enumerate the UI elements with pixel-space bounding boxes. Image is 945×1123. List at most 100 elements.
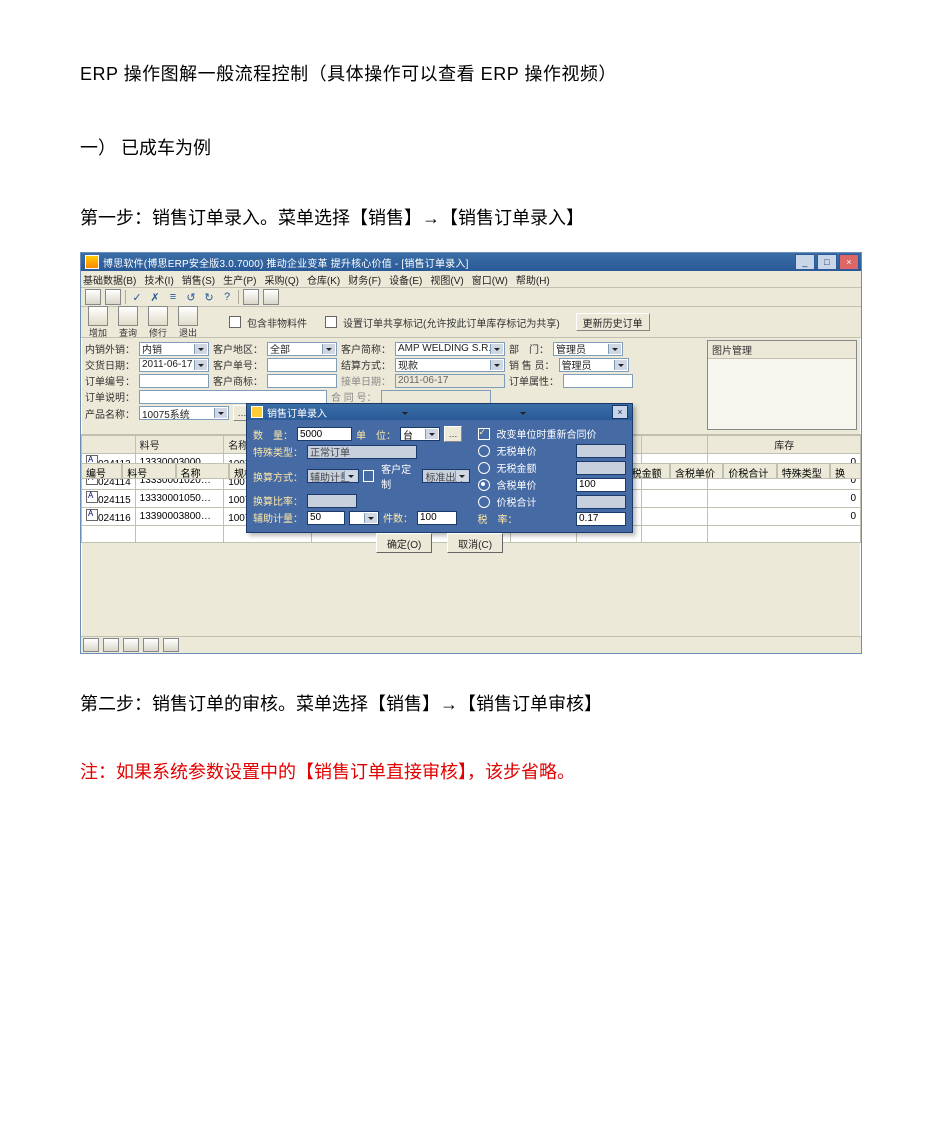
- step-1: 第一步：销售订单录入。菜单选择【销售】→【销售订单录入】: [80, 204, 865, 230]
- unit-lookup-button[interactable]: …: [444, 426, 462, 442]
- undo-icon[interactable]: ↺: [184, 290, 198, 304]
- menu-item[interactable]: 基础数据(B): [83, 272, 136, 287]
- pieces-label: 件数：: [383, 510, 413, 525]
- customer-brand-label: 客户商标：: [213, 373, 263, 388]
- product-name-select[interactable]: 10075系统: [139, 406, 229, 420]
- dh-col: 特殊类型: [777, 463, 830, 479]
- menu-item[interactable]: 生产(P): [223, 272, 256, 287]
- share-flag-checkbox[interactable]: [325, 316, 337, 328]
- update-history-button[interactable]: 更新历史订单: [576, 313, 650, 331]
- menu-item[interactable]: 采购(Q): [264, 272, 298, 287]
- grid1-icon[interactable]: [243, 289, 259, 305]
- delivery-date-field[interactable]: 2011-06-17: [139, 358, 209, 372]
- department-select[interactable]: 管理员: [553, 342, 623, 356]
- status-icon[interactable]: [83, 638, 99, 652]
- new-icon[interactable]: [85, 289, 101, 305]
- row-partno: 13390003800…: [135, 508, 224, 526]
- grid-header: 料号: [135, 436, 224, 454]
- customer-custom-label: 客户定制: [381, 461, 418, 491]
- add-button[interactable]: 增加: [85, 306, 111, 339]
- special-type-field: 正常订单: [307, 445, 417, 459]
- menu-item[interactable]: 财务(F): [348, 272, 381, 287]
- tax-price-input[interactable]: 100: [576, 478, 626, 492]
- customer-po-input[interactable]: [267, 358, 337, 372]
- window-maximize-button[interactable]: □: [817, 254, 837, 270]
- section-heading: 一） 已成车为例: [80, 134, 865, 160]
- receive-date-label: 接单日期：: [341, 373, 391, 388]
- redo-icon[interactable]: ↻: [202, 290, 216, 304]
- row-partno: 13330001050…: [135, 490, 224, 508]
- window-minimize-button[interactable]: _: [795, 254, 815, 270]
- cancel-button[interactable]: 取消(C): [447, 533, 503, 553]
- list-icon[interactable]: ≡: [166, 290, 180, 304]
- window-close-button[interactable]: ×: [839, 254, 859, 270]
- qty-input[interactable]: 5000: [297, 427, 352, 441]
- cancel-icon[interactable]: ✗: [148, 290, 162, 304]
- dh-col: 料号: [122, 463, 175, 479]
- rate-input[interactable]: 0.17: [576, 512, 626, 526]
- status-icon[interactable]: [103, 638, 119, 652]
- delivery-date-label: 交货日期：: [85, 357, 135, 372]
- order-remark-label: 订单说明：: [85, 389, 135, 404]
- aux-unit-select[interactable]: [349, 511, 379, 525]
- order-no-label: 订单编号：: [85, 373, 135, 388]
- image-panel-title: 图片管理: [708, 341, 856, 359]
- open-icon[interactable]: [105, 289, 121, 305]
- dialog-close-button[interactable]: ×: [612, 405, 628, 419]
- status-icon[interactable]: [163, 638, 179, 652]
- domestic-foreign-select[interactable]: 内销: [139, 342, 209, 356]
- customer-custom-checkbox[interactable]: [363, 470, 374, 482]
- grid-header: [642, 436, 708, 454]
- order-remark-input[interactable]: [139, 390, 327, 404]
- salesman-select[interactable]: 管理员: [559, 358, 629, 372]
- query-label: 查询: [119, 326, 137, 339]
- conversion-select[interactable]: 辅助计量: [307, 469, 359, 483]
- order-no-input[interactable]: [139, 374, 209, 388]
- total-radio[interactable]: [478, 496, 490, 508]
- special-type-label: 特殊类型：: [253, 444, 303, 459]
- recalc-checkbox[interactable]: [478, 428, 490, 440]
- menu-item[interactable]: 视图(V): [430, 272, 463, 287]
- row-id: 024116: [98, 513, 131, 524]
- aux-qty-input[interactable]: 50: [307, 511, 345, 525]
- status-bar: [81, 636, 861, 653]
- exit-button[interactable]: 退出: [175, 306, 201, 339]
- confirm-icon[interactable]: ✓: [130, 290, 144, 304]
- customer-custom-select[interactable]: 标准出库: [422, 469, 469, 483]
- contract-no-label: 合 同 号：: [331, 389, 377, 404]
- grid2-icon[interactable]: [263, 289, 279, 305]
- status-icon[interactable]: [123, 638, 139, 652]
- edit-button[interactable]: 修行: [145, 306, 171, 339]
- customer-area-select[interactable]: 全部: [267, 342, 337, 356]
- menu-item[interactable]: 销售(S): [182, 272, 215, 287]
- settlement-select[interactable]: 现款: [395, 358, 505, 372]
- menu-item[interactable]: 设备(E): [389, 272, 422, 287]
- toolbar-small: ✓ ✗ ≡ ↺ ↻ ?: [81, 288, 861, 307]
- order-attr-label: 订单属性：: [509, 373, 559, 388]
- status-icon[interactable]: [143, 638, 159, 652]
- ok-button[interactable]: 确定(O): [376, 533, 432, 553]
- menu-item[interactable]: 帮助(H): [516, 272, 550, 287]
- menu-item[interactable]: 窗口(W): [472, 272, 508, 287]
- tax-price-radio[interactable]: [478, 479, 490, 491]
- menu-item[interactable]: 技术(I): [144, 272, 173, 287]
- notax-total-radio[interactable]: [478, 462, 490, 474]
- customer-brand-input[interactable]: [267, 374, 337, 388]
- ratio-input[interactable]: [307, 494, 357, 508]
- app-icon: [85, 255, 99, 269]
- customer-name-select[interactable]: AMP WELDING S.R.: [395, 342, 505, 356]
- include-nonmaterial-checkbox[interactable]: [229, 316, 241, 328]
- notax-total-field: [576, 461, 626, 475]
- pieces-input[interactable]: 100: [417, 511, 457, 525]
- exit-label: 退出: [179, 326, 197, 339]
- notax-price-field: [576, 444, 626, 458]
- dh-col: 编号: [81, 463, 122, 479]
- row-icon: [86, 491, 98, 503]
- query-button[interactable]: 查询: [115, 306, 141, 339]
- notax-price-radio[interactable]: [478, 445, 490, 457]
- dh-col: 名称: [176, 463, 229, 479]
- unit-select[interactable]: 台: [400, 427, 440, 441]
- help-icon[interactable]: ?: [220, 290, 234, 304]
- order-attr-input[interactable]: [563, 374, 633, 388]
- menu-item[interactable]: 仓库(K): [307, 272, 340, 287]
